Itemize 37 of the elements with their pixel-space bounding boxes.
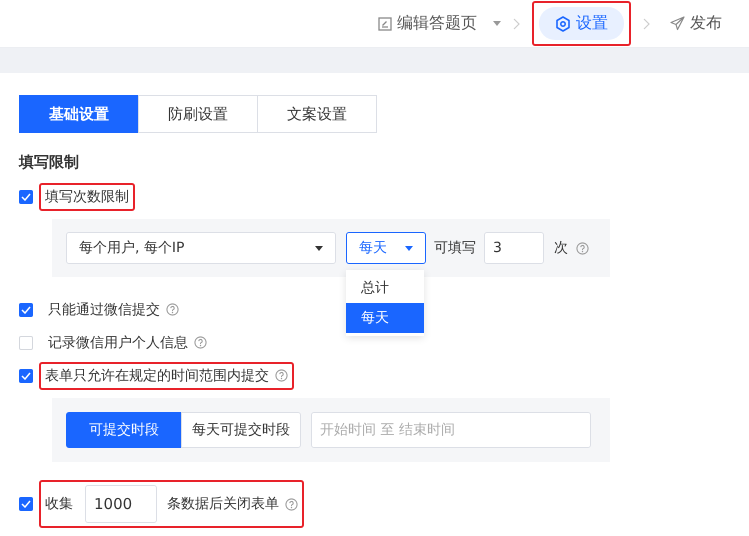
period-select[interactable]: 每天	[346, 232, 426, 264]
caret-icon	[315, 246, 323, 250]
nav-tab[interactable]: 编辑答题页	[370, 7, 485, 40]
option-label: 条数据后关闭表单	[167, 495, 279, 513]
count-field[interactable]: 1000	[85, 485, 157, 523]
field-label: 可填写	[434, 239, 476, 257]
chevron-icon	[643, 18, 650, 30]
caret-icon	[493, 21, 501, 26]
settings-icon	[555, 16, 571, 32]
checkbox[interactable]	[19, 497, 33, 511]
settings-tab[interactable]: 基础设置	[19, 95, 139, 133]
nav-tab[interactable]: 设置	[539, 7, 624, 40]
date-range-field[interactable]: 开始时间 至 结束时间	[311, 412, 591, 448]
dropdown-option[interactable]: 每天	[346, 303, 424, 333]
mode-tab[interactable]: 每天可提交时段	[181, 412, 301, 448]
option-label: 只能通过微信提交	[48, 300, 160, 318]
option-label: 记录微信用户个人信息	[48, 334, 188, 352]
unit-label: 次	[554, 239, 568, 257]
count-field[interactable]: 3	[484, 232, 544, 264]
section-title: 填写限制	[19, 153, 80, 172]
checkbox[interactable]	[19, 368, 33, 382]
option-label: 收集	[45, 495, 73, 513]
checkbox[interactable]	[19, 190, 33, 204]
checkbox[interactable]	[19, 336, 33, 350]
edit-icon	[378, 16, 392, 30]
nav-tab[interactable]: 发布	[662, 7, 730, 40]
send-icon	[670, 16, 685, 31]
settings-tab[interactable]: 防刷设置	[138, 95, 258, 133]
checkbox[interactable]	[19, 302, 33, 316]
dropdown-option[interactable]: 总计	[346, 273, 424, 303]
option-label: 表单只允许在规定的时间范围内提交	[45, 366, 269, 384]
caret-icon	[405, 246, 413, 250]
option-label: 填写次数限制	[45, 188, 129, 206]
scope-select[interactable]: 每个用户, 每个IP	[66, 232, 336, 264]
chevron-icon	[513, 18, 520, 30]
settings-tab[interactable]: 文案设置	[257, 95, 377, 133]
mode-tab[interactable]: 可提交时段	[66, 412, 182, 448]
